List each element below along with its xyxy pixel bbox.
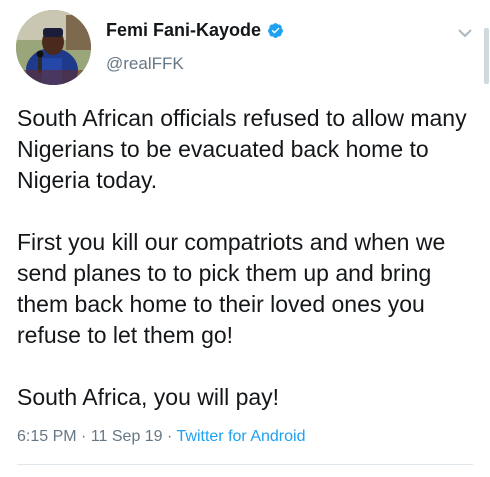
tweet-time[interactable]: 6:15 PM <box>17 428 77 445</box>
tweet-card: Femi Fani-Kayode @realFFK South African … <box>0 0 490 477</box>
tweet-meta: 6:15 PM · 11 Sep 19 · Twitter for Androi… <box>17 428 305 446</box>
tweet-date[interactable]: 11 Sep 19 <box>91 428 163 445</box>
tweet-paragraph: South Africa, you will pay! <box>17 384 280 410</box>
scrollbar[interactable] <box>484 28 489 84</box>
tweet-paragraph: South African officials refused to allow… <box>17 105 467 193</box>
avatar[interactable] <box>16 10 91 85</box>
author-display-name[interactable]: Femi Fani-Kayode <box>106 20 261 41</box>
chevron-down-icon[interactable] <box>457 26 473 38</box>
tweet-source-link[interactable]: Twitter for Android <box>177 428 306 445</box>
author-handle[interactable]: @realFFK <box>106 54 184 74</box>
meta-separator: · <box>76 428 91 445</box>
divider <box>17 464 473 465</box>
author-name-row[interactable]: Femi Fani-Kayode <box>106 20 284 41</box>
verified-badge-icon <box>267 22 284 39</box>
tweet-text: South African officials refused to allow… <box>17 103 483 413</box>
meta-separator: · <box>162 428 177 445</box>
tweet-paragraph: First you kill our compatriots and when … <box>17 229 446 348</box>
